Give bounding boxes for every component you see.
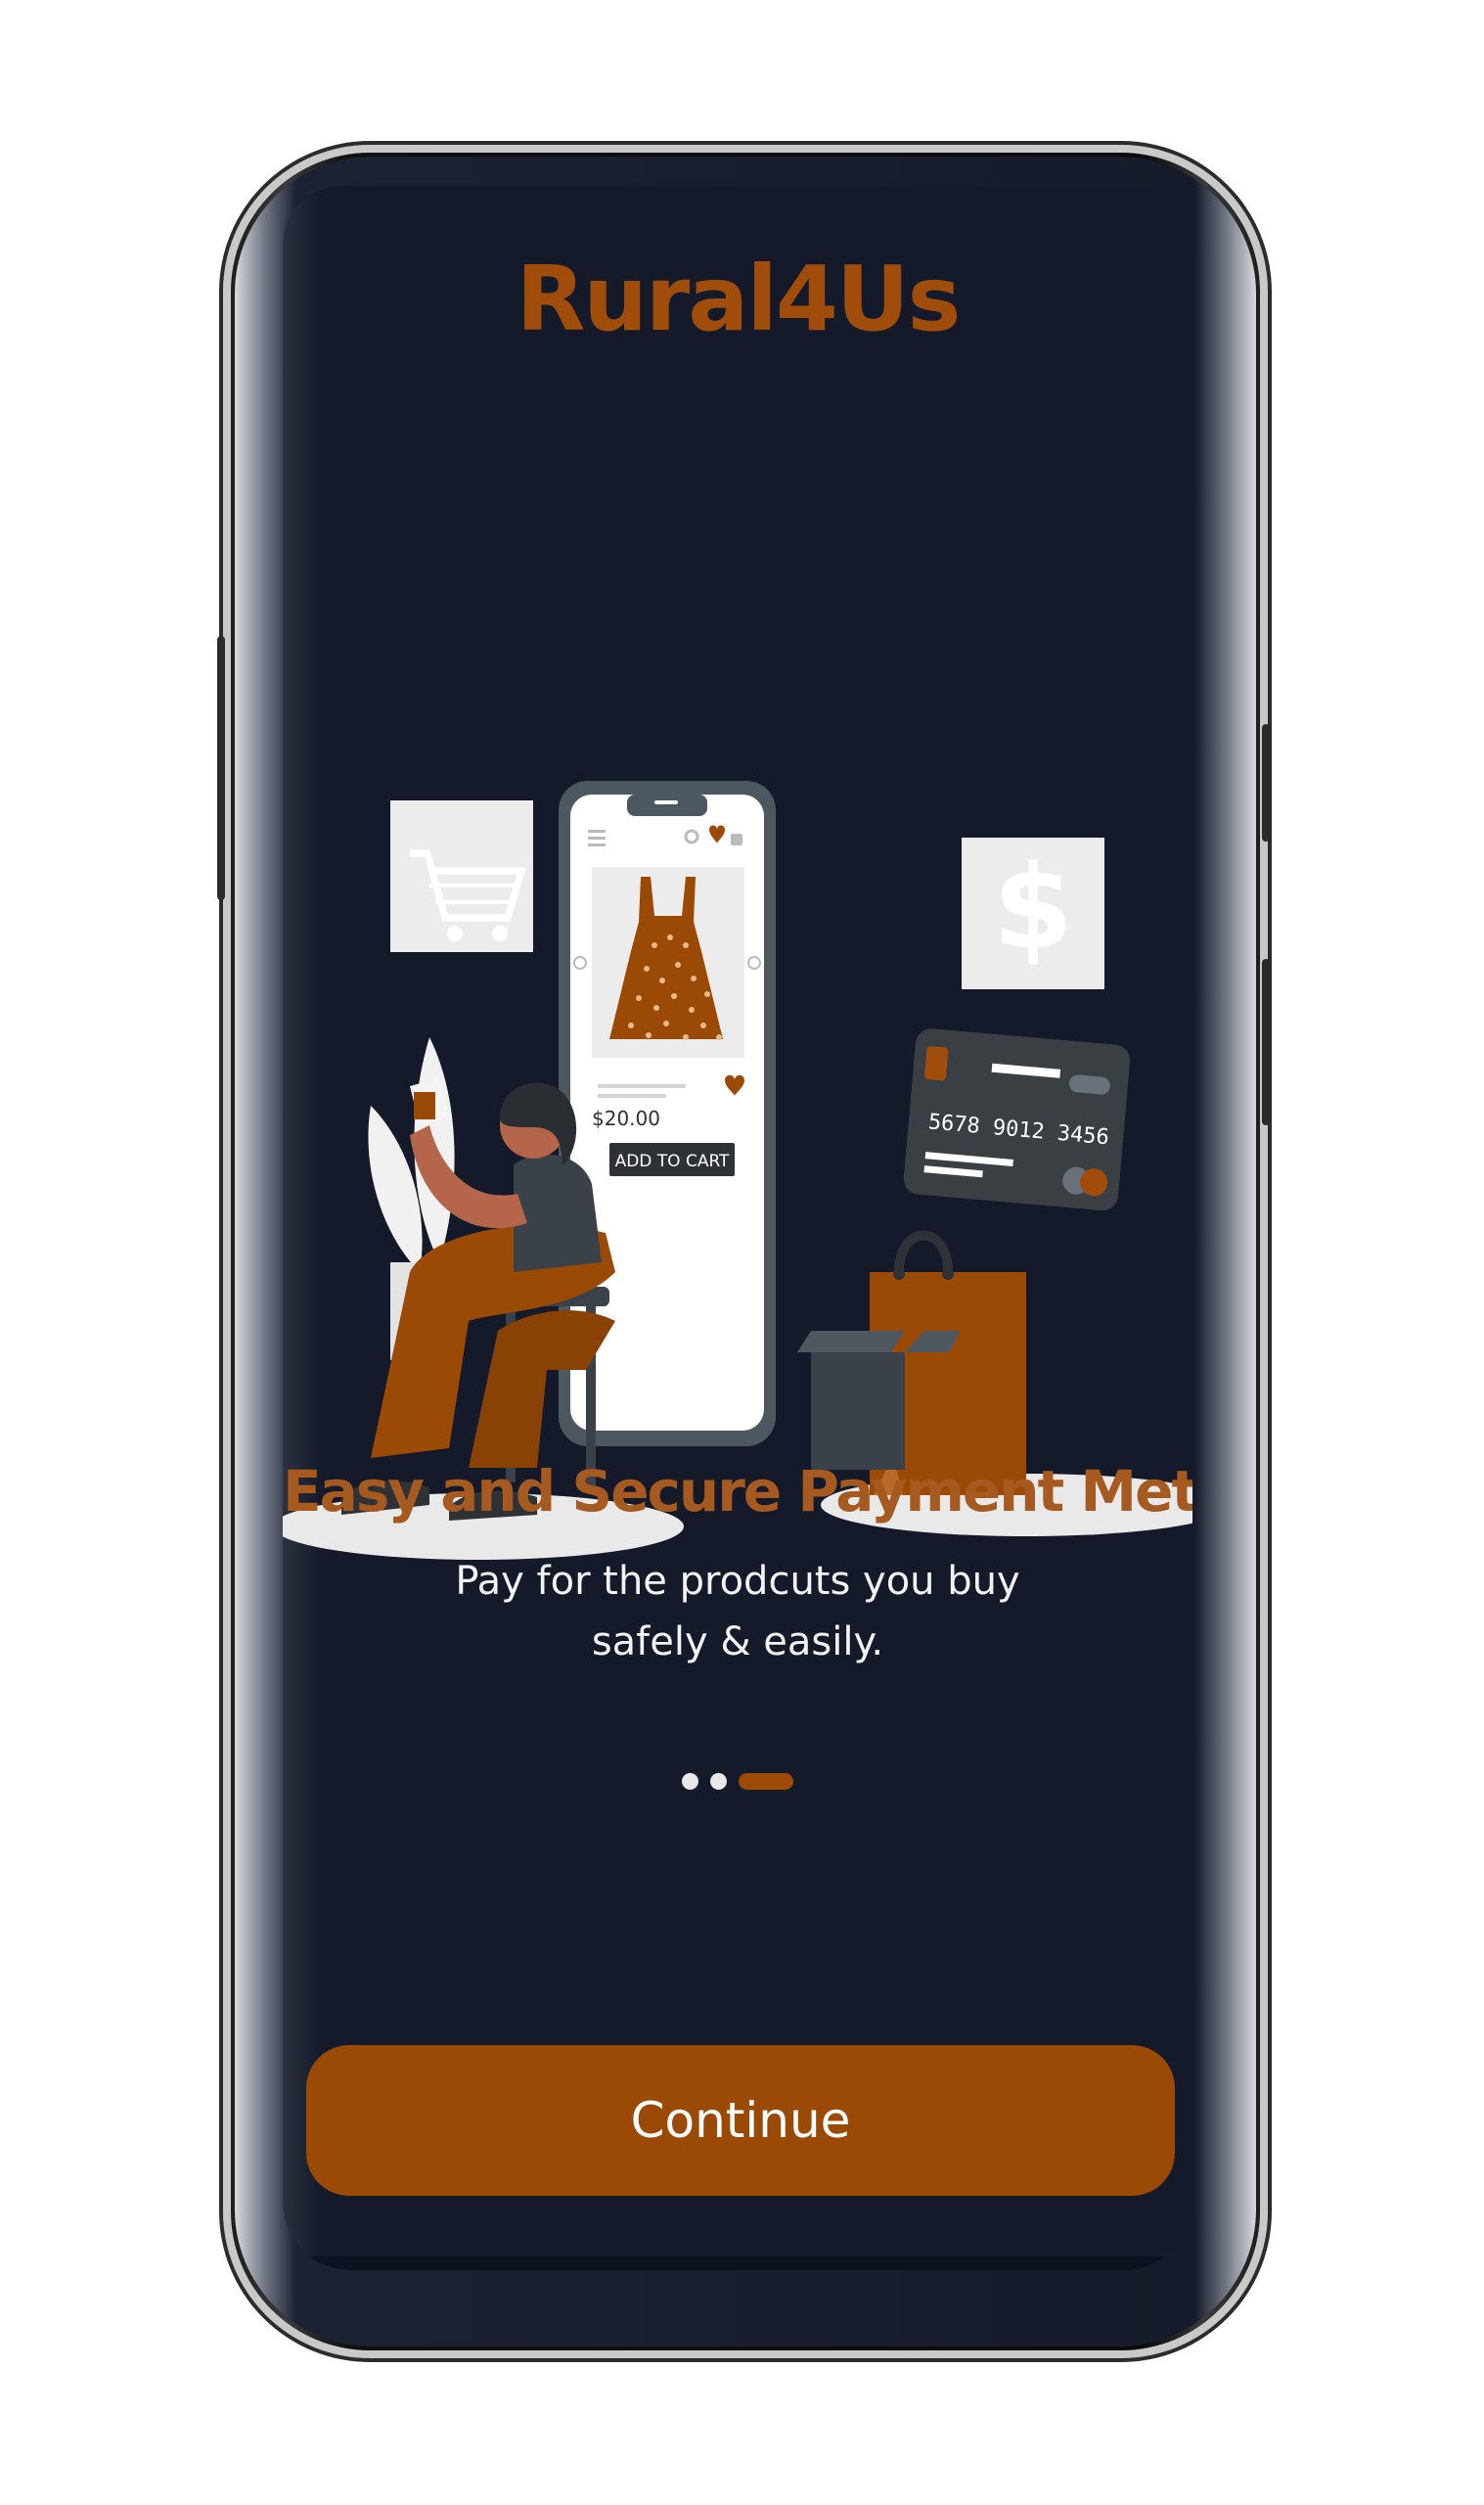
subtext-line-1: Pay for the prodcuts you buy <box>455 1559 1020 1604</box>
shopping-cart-icon <box>390 800 533 952</box>
price-label: $20.00 <box>592 1107 660 1130</box>
subtext-line-2: safely & easily. <box>591 1619 884 1664</box>
page-dot-2[interactable] <box>710 1773 727 1790</box>
page-indicator <box>283 1773 1192 1790</box>
onboarding-headline: Easy and Secure Payment Method <box>283 1458 1192 1525</box>
app-title: Rural4Us <box>516 247 962 351</box>
power-button <box>1262 724 1270 842</box>
app-screen: Rural4Us $ 5678 9012 3456 $20.00 ADD TO … <box>283 186 1192 2270</box>
page-dot-1[interactable] <box>682 1773 698 1790</box>
volume-up-button <box>217 636 225 900</box>
onboarding-subtext: Pay for the prodcuts you buy safely & ea… <box>283 1551 1192 1672</box>
continue-button[interactable]: Continue <box>306 2045 1175 2196</box>
shopping-payment-illustration-icon: $ 5678 9012 3456 $20.00 ADD TO CART <box>283 781 1192 1560</box>
side-button <box>1262 959 1270 1125</box>
add-to-cart-label: ADD TO CART <box>615 1152 730 1171</box>
dollar-sign-icon: $ <box>962 838 1104 989</box>
app-mockup: Rural4Us $ 5678 9012 3456 $20.00 ADD TO … <box>0 0 1484 2505</box>
page-dot-3-active[interactable] <box>739 1773 793 1790</box>
credit-card-icon: 5678 9012 3456 <box>903 1028 1131 1211</box>
screen-bottom-edge <box>283 2256 1192 2270</box>
svg-text:$: $ <box>993 840 1073 975</box>
